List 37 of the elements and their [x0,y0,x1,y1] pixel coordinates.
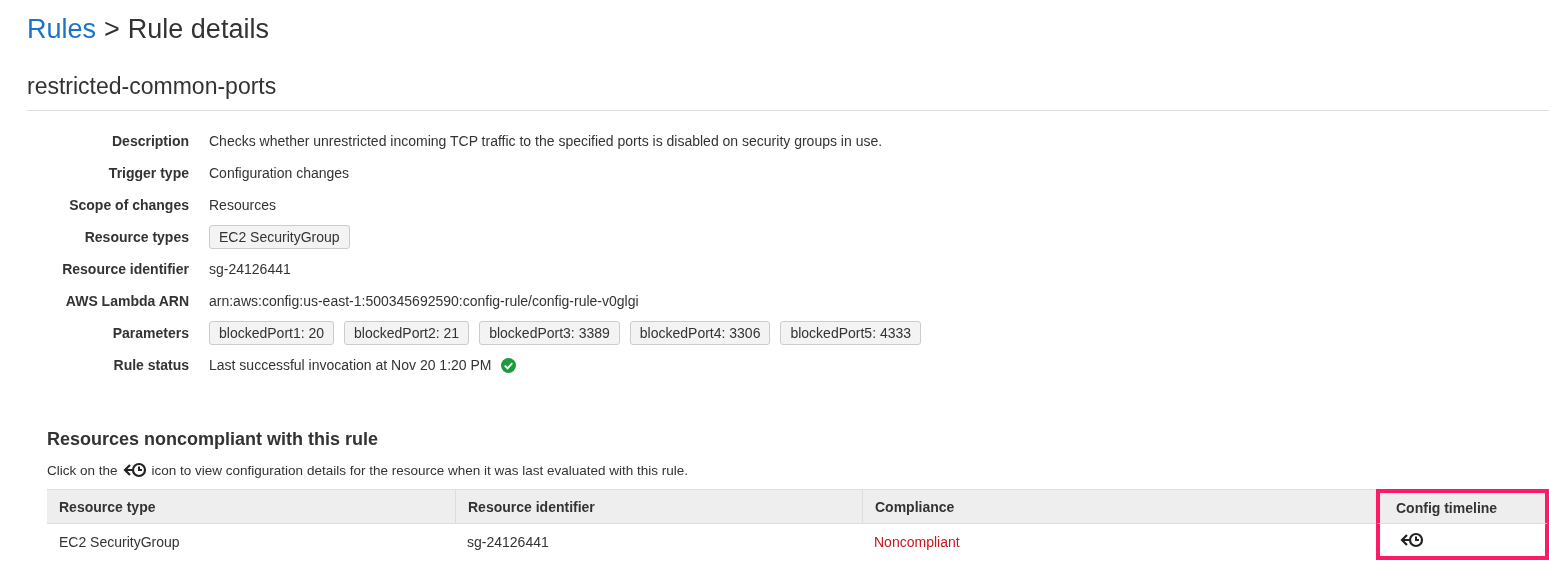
table-cell-text: sg-24126441 [466,533,550,552]
detail-label: Parameters [112,325,189,341]
timeline-icon[interactable] [1400,532,1424,548]
detail-label: AWS Lambda ARN [65,293,189,309]
detail-value: sg-24126441 [209,261,291,277]
hint-text: icon to view configuration details for the resource when it was last evaluated with this rule. [151,462,689,478]
detail-label: Trigger type [108,165,189,181]
column-header: Resource identifier [455,489,862,524]
tag: blockedPort5: 4333 [780,321,922,345]
tag: blockedPort2: 21 [344,321,470,345]
tag: blockedPort1: 20 [209,321,335,345]
detail-label: Rule status [113,357,189,373]
detail-value: Resources [209,197,276,213]
detail-value: Checks whether unrestricted incoming TCP traffic to the specified ports is disabled on security groups in use. [209,133,883,149]
rules-link[interactable]: Rules [27,14,97,45]
rule-name: restricted-common-ports [27,73,1549,111]
breadcrumb-separator: > [104,14,120,45]
column-header: Resource type [47,489,455,524]
detail-value: Configuration changes [209,165,350,181]
column-header: Compliance [862,489,1376,524]
detail-value: arn:aws:config:us-east-1:500345692590:config-rule/config-rule-v0glgi [209,293,639,309]
tag: EC2 SecurityGroup [209,225,350,249]
table-cell-text: Noncompliant [873,533,961,552]
hint-text: Click on the [47,462,118,478]
tag: blockedPort3: 3389 [479,321,620,345]
section-heading: Resources noncompliant with this rule [47,429,380,450]
detail-label: Resource identifier [62,261,189,277]
page-title: Rule details [127,14,269,45]
detail-label: Resource types [84,229,189,245]
tag: blockedPort4: 3306 [629,321,771,345]
detail-label: Description [112,133,189,149]
timeline-icon [122,462,147,478]
detail-value: Last successful invocation at Nov 20 1:20 PM [209,357,492,373]
check-circle-icon [501,357,517,373]
column-header: Config timeline [1376,489,1549,524]
detail-label: Scope of changes [69,197,189,213]
table-cell-text: EC2 SecurityGroup [58,533,181,552]
